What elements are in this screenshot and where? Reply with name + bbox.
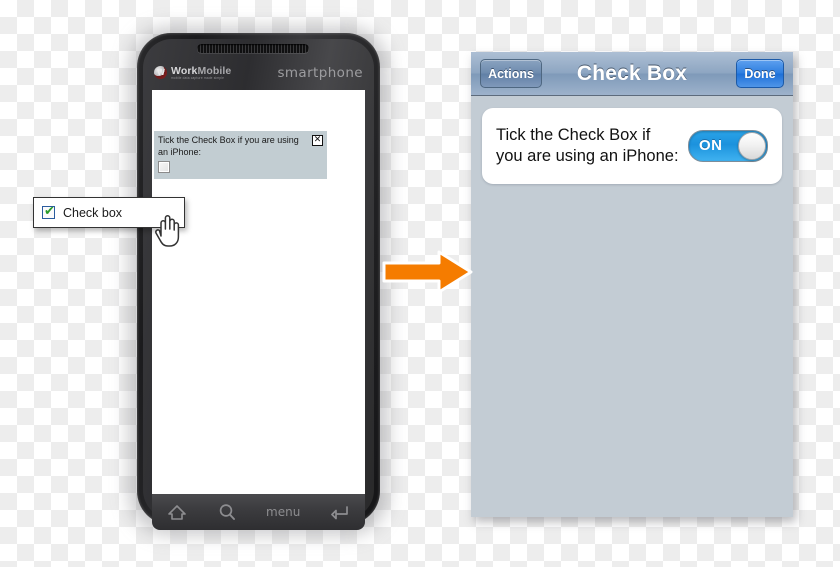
check-box-field-card: Tick the Check Box if you are using an i… bbox=[482, 108, 782, 184]
actions-button[interactable]: Actions bbox=[480, 59, 542, 88]
right-arrow-icon bbox=[381, 247, 475, 302]
ios-screenshot-panel: Actions Check Box Done Tick the Check Bo… bbox=[471, 52, 793, 517]
phone-screen: Tick the Check Box if you are using an i… bbox=[152, 90, 365, 494]
android-checkbox[interactable] bbox=[158, 161, 170, 173]
home-icon[interactable] bbox=[167, 504, 187, 521]
android-nav-bar: menu bbox=[152, 494, 365, 530]
phone-model-label: smartphone bbox=[277, 65, 363, 81]
brand-group: W WorkMobile mobile data capture made si… bbox=[154, 64, 232, 81]
brand-tagline: mobile data capture made simple bbox=[171, 76, 225, 81]
android-phone: W WorkMobile mobile data capture made si… bbox=[129, 27, 388, 535]
field-label: Tick the Check Box if you are using an i… bbox=[496, 126, 679, 165]
back-arrow-icon[interactable] bbox=[330, 504, 350, 521]
toggle-state-label: ON bbox=[699, 137, 723, 154]
search-icon[interactable] bbox=[218, 503, 236, 521]
ios-navigation-bar: Actions Check Box Done bbox=[471, 52, 793, 96]
earpiece-speaker-grille bbox=[197, 44, 309, 53]
android-form-prompt: Tick the Check Box if you are using an i… bbox=[158, 135, 299, 157]
ios-content-area: Tick the Check Box if you are using an i… bbox=[471, 96, 793, 196]
iphone-toggle-switch[interactable]: ON bbox=[688, 130, 768, 162]
logo-initials: W bbox=[157, 68, 165, 78]
brand-text-block: WorkMobile mobile data capture made simp… bbox=[171, 64, 232, 81]
hand-pointer-cursor bbox=[152, 212, 182, 253]
brand-name: WorkMobile bbox=[171, 64, 232, 77]
close-icon[interactable]: ✕ bbox=[312, 135, 323, 146]
work-mobile-logo-icon: W bbox=[154, 66, 167, 80]
done-button[interactable]: Done bbox=[736, 59, 784, 88]
phone-brand-bar: W WorkMobile mobile data capture made si… bbox=[146, 62, 371, 84]
menu-label[interactable]: menu bbox=[266, 505, 300, 519]
tooltip-label: Check box bbox=[63, 205, 123, 220]
toggle-knob[interactable] bbox=[738, 132, 766, 160]
checkmark-icon: ✔ bbox=[44, 204, 55, 219]
tooltip-checkbox-icon[interactable]: ✔ bbox=[42, 204, 55, 219]
android-form-panel: Tick the Check Box if you are using an i… bbox=[154, 131, 327, 179]
